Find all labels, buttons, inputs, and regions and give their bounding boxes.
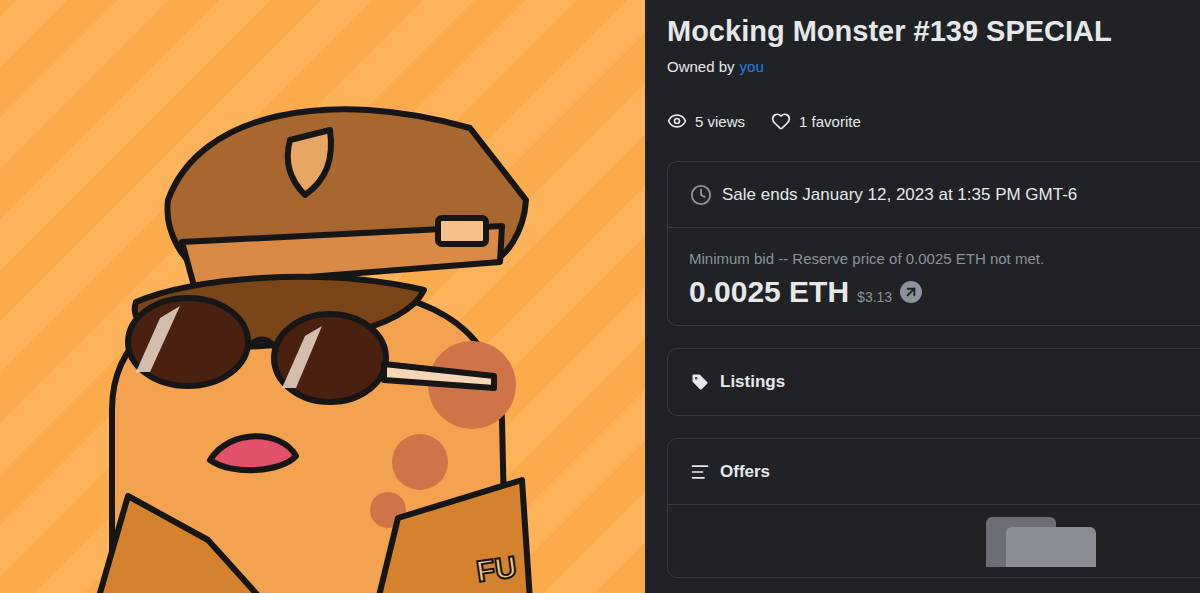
offers-header[interactable]: Offers — [668, 439, 1200, 505]
sale-card: Sale ends January 12, 2023 at 1:35 PM GM… — [667, 161, 1200, 326]
nft-page: FU Mocking Monster #139 SPECIAL Owned by yo… — [0, 0, 1200, 593]
listings-header[interactable]: Listings — [668, 349, 1200, 415]
bid-note: Minimum bid -- Reserve price of 0.0025 E… — [689, 250, 1200, 267]
offers-card: Offers — [667, 438, 1200, 578]
owner-line: Owned by you — [667, 58, 1200, 75]
listings-card: Listings — [667, 348, 1200, 416]
heart-icon[interactable] — [771, 111, 791, 131]
nft-title: Mocking Monster #139 SPECIAL — [667, 12, 1200, 50]
stats-row: 5 views 1 favorite — [667, 111, 1200, 131]
views-stat: 5 views — [667, 111, 745, 131]
details-panel: Mocking Monster #139 SPECIAL Owned by you 5… — [645, 0, 1200, 593]
svg-text:FU: FU — [474, 550, 518, 588]
usd-price: $3.13 — [857, 289, 892, 305]
eye-icon — [667, 111, 687, 131]
sale-header: Sale ends January 12, 2023 at 1:35 PM GM… — [668, 162, 1200, 228]
artwork-panel: FU — [0, 0, 645, 593]
arrow-up-right-icon[interactable] — [900, 281, 922, 303]
owner-link[interactable]: you — [740, 58, 764, 75]
nft-artwork-icon: FU — [0, 0, 645, 593]
list-icon — [690, 462, 710, 482]
favorites-stat[interactable]: 1 favorite — [771, 111, 861, 131]
clock-icon — [690, 184, 712, 206]
tag-icon — [690, 372, 710, 392]
sale-body: Minimum bid -- Reserve price of 0.0025 E… — [668, 228, 1200, 325]
owner-label: Owned by — [667, 58, 735, 75]
offers-body — [668, 505, 1200, 577]
price-row: 0.0025 ETH $3.13 — [689, 275, 1200, 309]
price: 0.0025 ETH — [689, 275, 849, 309]
empty-offers-icon — [976, 517, 1096, 567]
